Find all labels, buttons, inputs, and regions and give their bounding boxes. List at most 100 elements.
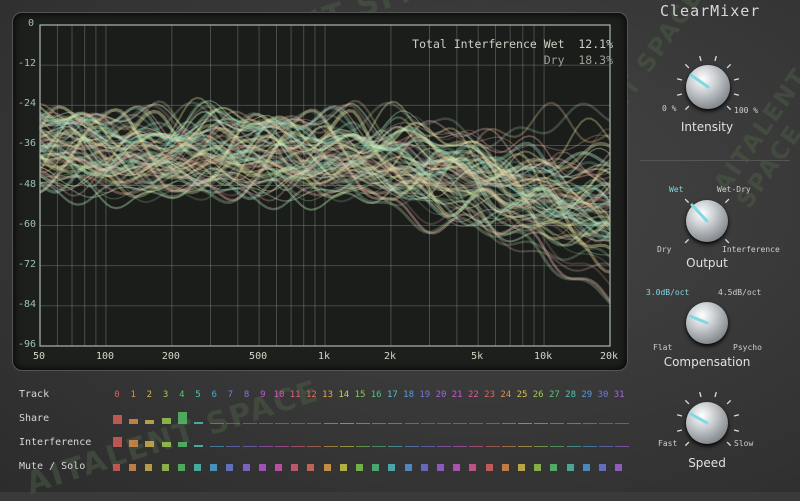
compensation-option-3db[interactable]: 3.0dB/oct xyxy=(646,288,689,297)
share-bar xyxy=(161,418,171,424)
speed-pointer-icon xyxy=(689,412,709,425)
mute-solo-toggle[interactable] xyxy=(615,464,623,471)
interference-bar xyxy=(469,446,484,447)
intensity-label: Intensity xyxy=(680,120,734,134)
share-bar xyxy=(599,423,613,424)
output-option-wet[interactable]: Wet xyxy=(669,185,683,194)
mute-solo-toggle[interactable] xyxy=(582,464,590,471)
x-axis-label: 5k xyxy=(471,351,484,362)
interference-bar xyxy=(356,446,370,447)
share-bar xyxy=(518,423,532,424)
mute-solo-toggle[interactable] xyxy=(113,464,120,471)
share-bar xyxy=(242,423,257,424)
compensation-option-psycho[interactable]: Psycho xyxy=(733,343,762,352)
share-bar xyxy=(534,423,549,424)
mute-solo-toggle[interactable] xyxy=(145,464,153,471)
share-bar xyxy=(420,423,435,424)
mute-solo-toggle[interactable] xyxy=(599,464,606,471)
mute-solo-toggle[interactable] xyxy=(388,464,396,471)
track-number: 6 xyxy=(211,390,217,400)
panel-divider xyxy=(640,160,790,161)
mute-solo-toggle[interactable] xyxy=(437,464,444,471)
track-number: 23 xyxy=(484,390,496,400)
share-bar xyxy=(372,423,387,424)
mute-solo-toggle[interactable] xyxy=(356,464,363,471)
mute-solo-toggle[interactable] xyxy=(129,464,137,471)
x-axis-label: 500 xyxy=(249,351,268,362)
mute-solo-toggle[interactable] xyxy=(307,464,315,471)
interference-bar xyxy=(161,442,171,447)
share-bar xyxy=(226,423,241,424)
mute-solo-toggle[interactable] xyxy=(372,464,380,471)
track-number: 16 xyxy=(370,390,382,400)
share-bar xyxy=(113,415,122,424)
mute-solo-toggle[interactable] xyxy=(258,464,266,471)
mute-solo-toggle[interactable] xyxy=(485,464,493,471)
dry-label: Dry xyxy=(543,53,565,67)
interference-bar xyxy=(453,446,468,447)
compensation-pointer-icon xyxy=(688,314,709,325)
share-bar xyxy=(323,423,338,424)
mute-solo-toggle[interactable] xyxy=(210,464,218,471)
mute-solo-toggle[interactable] xyxy=(469,464,477,471)
track-number: 21 xyxy=(451,390,463,400)
output-option-dry[interactable]: Dry xyxy=(657,245,671,254)
track-number: 28 xyxy=(565,390,577,400)
knob-tick xyxy=(714,55,717,62)
spectrum-analyzer[interactable]: Total Interference Wet 12.1% Dry 18.3% xyxy=(12,12,628,371)
mute-solo-toggle[interactable] xyxy=(242,464,250,471)
mute-solo-toggle[interactable] xyxy=(177,464,185,471)
mute-solo-toggle[interactable] xyxy=(453,464,461,471)
share-bar xyxy=(177,412,187,424)
mute-solo-toggle[interactable] xyxy=(501,464,509,471)
interference-bar xyxy=(550,446,565,447)
interference-bar xyxy=(242,446,257,447)
mute-solo-toggle[interactable] xyxy=(323,464,331,471)
speed-fast-label: Fast xyxy=(658,439,678,448)
interference-bar xyxy=(291,446,306,447)
track-number: 12 xyxy=(305,390,317,400)
knob-tick xyxy=(733,414,740,417)
mute-solo-toggle[interactable] xyxy=(339,464,347,471)
y-axis-label: -72 xyxy=(18,258,37,270)
knob-tick xyxy=(733,93,740,96)
x-axis-label: 200 xyxy=(161,351,180,362)
mute-solo-toggle[interactable] xyxy=(404,464,412,471)
share-bar xyxy=(210,423,225,424)
y-axis-label: -84 xyxy=(18,298,37,310)
output-pointer-icon xyxy=(690,203,709,223)
compensation-option-4-5db[interactable]: 4.5dB/oct xyxy=(718,288,761,297)
mute-solo-toggle[interactable] xyxy=(534,464,542,471)
mute-solo-toggle[interactable] xyxy=(226,464,234,471)
interference-bar xyxy=(275,446,289,447)
output-option-wet-dry[interactable]: Wet-Dry xyxy=(717,185,751,194)
output-option-interference[interactable]: Interference xyxy=(722,245,780,254)
interference-bar xyxy=(258,446,273,447)
track-number: 27 xyxy=(548,390,560,400)
mute-solo-toggle[interactable] xyxy=(420,464,428,471)
dry-value: 18.3% xyxy=(578,53,613,67)
mute-solo-toggle[interactable] xyxy=(161,464,169,471)
track-number: 31 xyxy=(613,390,625,400)
interference-row-label: Interference xyxy=(19,437,92,448)
mute-solo-toggle[interactable] xyxy=(566,464,574,471)
mute-solo-toggle[interactable] xyxy=(194,464,201,471)
track-number: 10 xyxy=(273,390,285,400)
share-bar xyxy=(485,423,500,424)
speed-label: Speed xyxy=(688,456,726,470)
track-number: 19 xyxy=(419,390,431,400)
y-axis-label: -96 xyxy=(18,339,37,350)
mute-solo-toggle[interactable] xyxy=(291,464,299,471)
compensation-option-flat[interactable]: Flat xyxy=(653,343,672,352)
mute-solo-toggle[interactable] xyxy=(550,464,558,471)
share-bar xyxy=(307,423,322,424)
total-interference-wet-readout: Total Interference Wet 12.1% xyxy=(412,37,613,51)
mute-solo-toggle[interactable] xyxy=(518,464,525,471)
knob-tick xyxy=(733,429,740,432)
share-bar xyxy=(145,420,155,424)
y-axis-label: -60 xyxy=(18,218,37,230)
mute-solo-toggle[interactable] xyxy=(275,464,282,471)
track-number: 17 xyxy=(386,390,398,400)
x-axis-label: 20k xyxy=(600,351,619,362)
track-number: 15 xyxy=(354,390,366,400)
